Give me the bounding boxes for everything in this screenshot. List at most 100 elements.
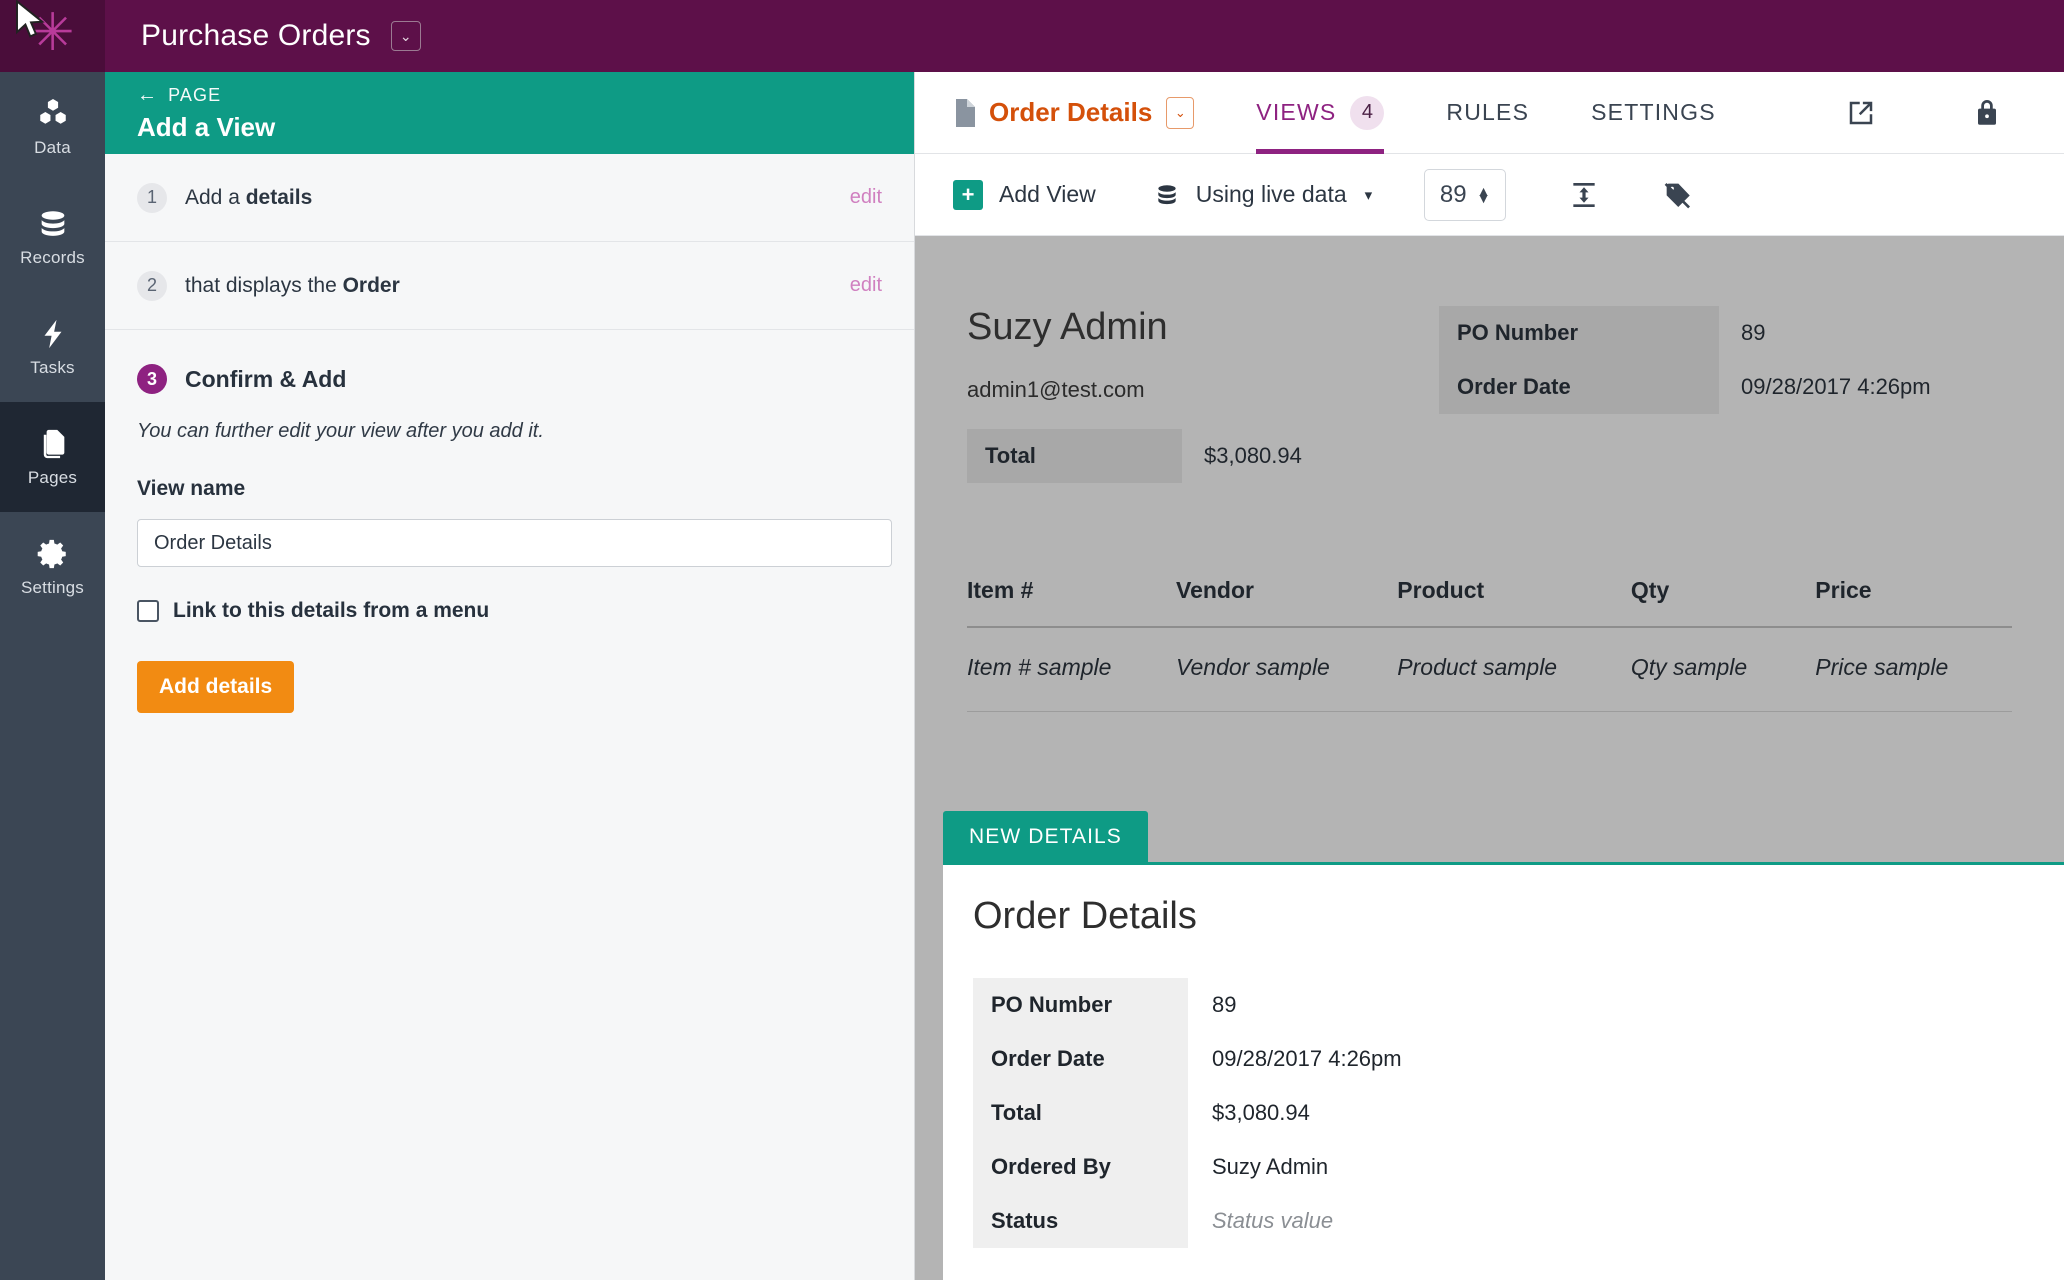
preview-right-rows: PO Number 89 Order Date 09/28/2017 4:26p…: [1439, 306, 1953, 483]
new-details-rows: PO Number 89 Order Date 09/28/2017 4:26p…: [973, 978, 2064, 1248]
details-ordered-by-label: Ordered By: [973, 1140, 1188, 1194]
tab-views-label: VIEWS: [1256, 99, 1337, 125]
preview-cell-product: Product sample: [1397, 654, 1558, 680]
top-bar: ✳ Purchase Orders ⌄: [0, 0, 2064, 72]
preview-table-row: Item # sample Vendor sample Product samp…: [967, 628, 2012, 712]
step-3-title: Confirm & Add: [185, 365, 347, 392]
app-title: Purchase Orders: [141, 19, 371, 52]
details-order-date-value: 09/28/2017 4:26pm: [1212, 1046, 1402, 1071]
view-name-input[interactable]: [137, 519, 892, 567]
details-status-label: Status: [973, 1194, 1188, 1248]
sidebar-label-pages: Pages: [27, 467, 78, 487]
preview-row-order-date: Order Date 09/28/2017 4:26pm: [1439, 360, 1953, 414]
add-view-wizard: ← PAGE Add a View 1 Add a details edit 2…: [105, 72, 915, 1280]
add-view-label: Add View: [999, 181, 1096, 207]
preview-cell-qty: Qty sample: [1630, 654, 1748, 680]
link-menu-checkbox-label: Link to this details from a menu: [173, 599, 490, 622]
view-name-label: View name: [137, 477, 246, 500]
back-to-page-link[interactable]: ← PAGE: [137, 84, 882, 107]
app-title-chevron-down-icon[interactable]: ⌄: [390, 21, 421, 51]
sidebar-item-tasks[interactable]: Tasks: [0, 292, 105, 402]
details-po-number-value: 89: [1212, 992, 1237, 1017]
tab-bar-actions: [1846, 98, 2002, 128]
preview-col-item: Item #: [967, 577, 1034, 603]
preview-cell-item: Item # sample: [967, 654, 1112, 680]
wizard-step-3: 3 Confirm & Add You can further edit you…: [105, 330, 914, 713]
sidebar-rail: Data Records Tasks Pages Settings: [0, 72, 105, 1280]
view-preview: Suzy Admin admin1@test.com Total $3,080.…: [915, 236, 2064, 1280]
details-total-label: Total: [973, 1086, 1188, 1140]
add-details-button[interactable]: Add details: [137, 661, 295, 713]
step-number-1: 1: [137, 182, 167, 213]
pages-icon: [36, 427, 70, 461]
preview-po-number-value: 89: [1741, 320, 1766, 345]
sidebar-item-settings[interactable]: Settings: [0, 512, 105, 622]
wizard-step-2[interactable]: 2 that displays the Order edit: [105, 242, 914, 330]
step-2-text: that displays the Order: [185, 274, 850, 298]
tab-settings[interactable]: SETTINGS: [1591, 72, 1716, 154]
lock-icon[interactable]: [1972, 98, 2002, 128]
row-height-icon[interactable]: [1568, 179, 1600, 211]
sidebar-label-tasks: Tasks: [30, 357, 75, 377]
step-number-2: 2: [137, 270, 167, 301]
details-row-order-date: Order Date 09/28/2017 4:26pm: [973, 1032, 2064, 1086]
details-row-po-number: PO Number 89: [973, 978, 2064, 1032]
wizard-step-1[interactable]: 1 Add a details edit: [105, 154, 914, 242]
details-row-status: Status Status value: [973, 1194, 2064, 1248]
data-source-label: Using live data: [1195, 181, 1347, 207]
preview-col-vendor: Vendor: [1176, 577, 1254, 603]
step-3-hint: You can further edit your view after you…: [137, 420, 544, 442]
sidebar-item-data[interactable]: Data: [0, 72, 105, 182]
preview-po-number-label: PO Number: [1439, 306, 1719, 360]
sidebar-label-settings: Settings: [20, 577, 85, 597]
step-2-edit-link[interactable]: edit: [850, 274, 882, 297]
preview-total-label: Total: [967, 429, 1182, 483]
preview-order-date-label: Order Date: [1439, 360, 1719, 414]
details-status-value: Status value: [1212, 1208, 1334, 1233]
step-1-edit-link[interactable]: edit: [850, 186, 882, 209]
details-total-value: $3,080.94: [1212, 1100, 1310, 1125]
plus-icon: +: [953, 179, 983, 210]
step-2-prefix: that displays the: [185, 273, 343, 297]
tab-views-count-badge: 4: [1350, 95, 1385, 130]
details-po-number-label: PO Number: [973, 978, 1188, 1032]
preview-table: Item # Vendor Product Qty Price Item # s…: [915, 561, 2064, 712]
preview-cell-vendor: Vendor sample: [1176, 654, 1330, 680]
new-details-title: Order Details: [973, 895, 1197, 937]
step-3-header: 3 Confirm & Add: [137, 364, 882, 394]
step-1-prefix: Add a: [185, 185, 246, 209]
back-label: PAGE: [168, 85, 222, 105]
link-menu-checkbox-row[interactable]: Link to this details from a menu: [137, 599, 882, 623]
preview-row-po-number: PO Number 89: [1439, 306, 1953, 360]
sidebar-item-records[interactable]: Records: [0, 182, 105, 292]
data-source-chevron-down-icon: ▾: [1364, 186, 1373, 204]
preview-summary: Suzy Admin admin1@test.com Total $3,080.…: [915, 306, 2064, 483]
add-view-button[interactable]: + Add View: [953, 179, 1096, 210]
object-chevron-down-icon[interactable]: ⌄: [1166, 96, 1195, 129]
preview-total-value: $3,080.94: [1204, 443, 1302, 468]
details-order-date-label: Order Date: [973, 1032, 1188, 1086]
mouse-cursor: [14, 0, 48, 42]
view-toolbar: + Add View Using live data ▾ 89 ▲ ▼: [915, 154, 2064, 236]
wizard-title: Add a View: [137, 112, 276, 142]
tab-rules[interactable]: RULES: [1446, 72, 1529, 154]
tab-views[interactable]: VIEWS 4: [1256, 72, 1385, 154]
link-menu-checkbox[interactable]: [137, 600, 159, 622]
preview-person-name: Suzy Admin: [967, 306, 1168, 348]
record-number-value: 89: [1439, 180, 1467, 208]
bolt-icon: [36, 317, 70, 351]
tab-rules-label: RULES: [1446, 99, 1530, 125]
object-tab-bar: Order Details ⌄ VIEWS 4 RULES SETTINGS: [915, 72, 2064, 154]
object-selector[interactable]: Order Details ⌄: [953, 96, 1195, 129]
external-link-icon[interactable]: [1846, 98, 1876, 128]
hide-labels-icon[interactable]: [1662, 179, 1694, 211]
object-name: Order Details: [989, 97, 1153, 127]
record-number-stepper[interactable]: 89 ▲ ▼: [1424, 168, 1507, 221]
step-1-bold: details: [245, 185, 313, 209]
new-details-tab[interactable]: NEW DETAILS: [943, 811, 1148, 862]
data-source-dropdown[interactable]: Using live data ▾: [1154, 181, 1372, 208]
sidebar-item-pages[interactable]: Pages: [0, 402, 105, 512]
step-number-3: 3: [137, 364, 167, 394]
stepper-arrows-icon[interactable]: ▲ ▼: [1477, 184, 1491, 205]
preview-col-product: Product: [1397, 577, 1485, 603]
